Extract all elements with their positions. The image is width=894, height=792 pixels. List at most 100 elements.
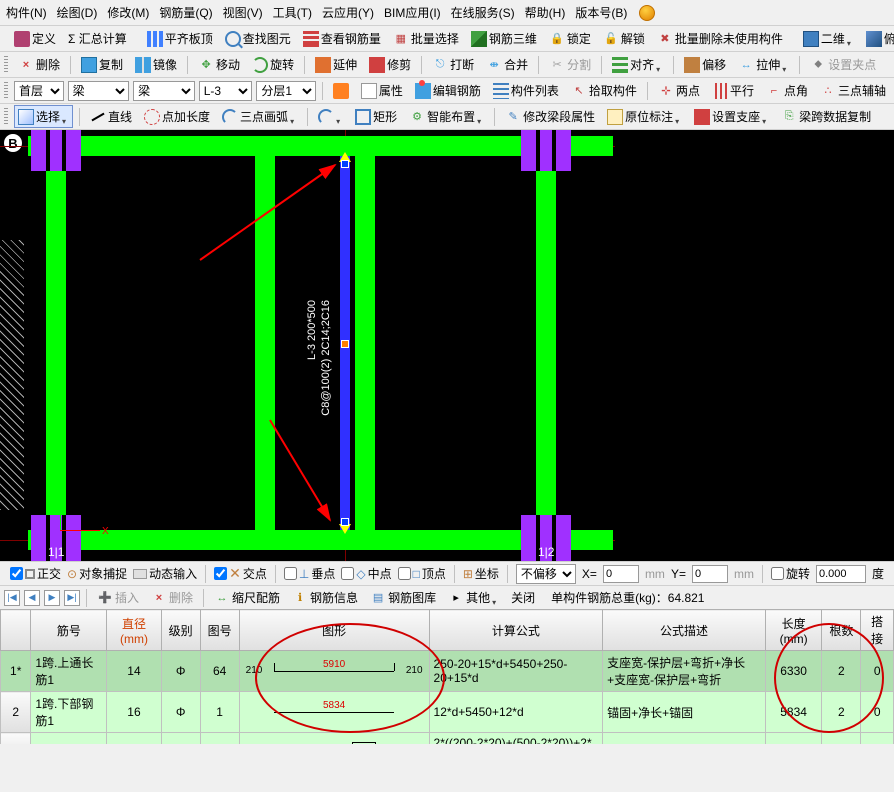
split-button[interactable]: ✂分割 <box>545 53 595 76</box>
col-grade[interactable]: 级别 <box>161 610 200 651</box>
coord-toggle[interactable]: ⊞坐标 <box>463 565 499 582</box>
twopoint-button[interactable]: ⊹两点 <box>654 79 704 102</box>
beam-right[interactable] <box>536 136 556 550</box>
rebar-table[interactable]: 筋号 直径(mm) 级别 图号 图形 计算公式 公式描述 长度(mm) 根数 搭… <box>0 609 894 744</box>
col-desc[interactable]: 公式描述 <box>603 610 766 651</box>
table-row[interactable]: 2 1跨.下部钢筋1 16 Φ 1 5834 12*d+5450+12*d 锚固… <box>1 692 894 733</box>
batchsel-button[interactable]: ▦批量选择 <box>389 27 463 50</box>
table-row[interactable]: 1* 1跨.上通长筋1 14 Φ 64 210 5910 210 250-20+… <box>1 651 894 692</box>
spancopy-button[interactable]: ⎘梁跨数据复制 <box>777 105 875 128</box>
unlock-button[interactable]: 🔓解锁 <box>599 27 649 50</box>
perp-toggle[interactable]: ⊥垂点 <box>284 565 335 582</box>
select-button[interactable]: 选择 <box>14 105 73 128</box>
menu-version[interactable]: 版本号(B) <box>573 2 629 23</box>
batchdel-button[interactable]: ✖批量删除未使用构件 <box>653 27 787 50</box>
nav-prev[interactable]: ◀ <box>24 590 40 606</box>
menu-tools[interactable]: 工具(T) <box>271 2 314 23</box>
menu-help[interactable]: 帮助(H) <box>523 2 568 23</box>
table-row[interactable]: 3 1跨.箍筋1 8 Φ 195 460 160 2*((200-2*20)+(… <box>1 733 894 745</box>
snap-toggle[interactable]: ⊙对象捕捉 <box>67 565 127 582</box>
menu-draw[interactable]: 绘图(D) <box>55 2 100 23</box>
line-button[interactable]: 直线 <box>86 105 136 128</box>
view3d-button[interactable]: 俯视 <box>862 27 894 50</box>
grip-bot[interactable] <box>341 518 349 526</box>
alignslab-button[interactable]: 平齐板顶 <box>143 27 217 50</box>
col-len[interactable]: 长度(mm) <box>765 610 821 651</box>
findel-button[interactable]: 查找图元 <box>221 27 295 50</box>
offset-select[interactable]: 不偏移 <box>516 564 576 584</box>
smart-button[interactable]: ⚙智能布置 <box>405 105 488 128</box>
beam-mid2green[interactable] <box>355 136 375 550</box>
origlabel-button[interactable]: 原位标注 <box>603 105 686 128</box>
rotate-button[interactable]: 旋转 <box>248 53 298 76</box>
vertex-toggle[interactable]: □顶点 <box>398 565 446 582</box>
other-button[interactable]: ▸其他 <box>444 586 503 609</box>
col-bond[interactable]: 搭接 <box>861 610 894 651</box>
x-input[interactable] <box>603 565 639 583</box>
arc-button[interactable]: 三点画弧 <box>218 105 301 128</box>
rotate-toggle[interactable]: 旋转 <box>771 565 810 582</box>
rebar3d-button[interactable]: 钢筋三维 <box>467 27 541 50</box>
copy-button[interactable]: 复制 <box>77 53 127 76</box>
category2-select[interactable]: 梁 <box>133 81 195 101</box>
floor-select[interactable]: 首层 <box>14 81 64 101</box>
rebarlib-button[interactable]: ▤钢筋图库 <box>366 586 440 609</box>
insert-button[interactable]: ➕插入 <box>93 586 143 609</box>
row-header[interactable]: 1* <box>1 651 31 692</box>
layer-btn[interactable] <box>329 80 353 102</box>
rect-button[interactable]: 矩形 <box>351 105 401 128</box>
arc2-button[interactable] <box>314 106 347 128</box>
sum-button[interactable]: Σ 汇总计算 <box>64 27 131 50</box>
break-button[interactable]: ⎋打断 <box>428 53 478 76</box>
properties-button[interactable]: 属性 <box>357 79 407 102</box>
delete-button[interactable]: ×删除 <box>14 53 64 76</box>
column-tl[interactable] <box>31 130 81 171</box>
col-dia[interactable]: 直径(mm) <box>107 610 161 651</box>
beam-mid1[interactable] <box>255 136 275 550</box>
rebarinfo-button[interactable]: ℹ钢筋信息 <box>288 586 362 609</box>
ptcorner-button[interactable]: ⌐点角 <box>762 79 812 102</box>
dyn-toggle[interactable]: 动态输入 <box>133 565 197 582</box>
nav-first[interactable]: |◀ <box>4 590 20 606</box>
col-num[interactable]: 筋号 <box>31 610 107 651</box>
delete-row-button[interactable]: ×删除 <box>147 586 197 609</box>
scale-button[interactable]: ↔缩尺配筋 <box>210 586 284 609</box>
setpoint-button[interactable]: ⬥设置夹点 <box>806 53 880 76</box>
viewrebar-button[interactable]: 查看钢筋量 <box>299 27 385 50</box>
modseg-button[interactable]: ✎修改梁段属性 <box>501 105 599 128</box>
stretch-button[interactable]: ↔拉伸 <box>734 53 793 76</box>
pickcomp-button[interactable]: ↖拾取构件 <box>567 79 641 102</box>
setsupport-button[interactable]: 设置支座 <box>690 105 773 128</box>
menu-online[interactable]: 在线服务(S) <box>449 2 517 23</box>
rotate-input[interactable] <box>816 565 866 583</box>
menu-bim[interactable]: BIM应用(I) <box>382 2 443 23</box>
menu-component[interactable]: 构件(N) <box>4 2 49 23</box>
y-input[interactable] <box>692 565 728 583</box>
extend-button[interactable]: 延伸 <box>311 53 361 76</box>
row-header[interactable]: 2 <box>1 692 31 733</box>
nav-last[interactable]: ▶| <box>64 590 80 606</box>
ortho-toggle[interactable]: 正交 <box>10 565 61 582</box>
trim-button[interactable]: 修剪 <box>365 53 415 76</box>
align-button[interactable]: 对齐 <box>608 53 667 76</box>
beam-id-select[interactable]: L-3 <box>199 81 253 101</box>
parallel-button[interactable]: 平行 <box>708 79 758 102</box>
col-shapeno[interactable]: 图号 <box>200 610 239 651</box>
close-button[interactable]: 关闭 <box>507 586 539 609</box>
col-formula[interactable]: 计算公式 <box>429 610 603 651</box>
menu-rebar[interactable]: 钢筋量(Q) <box>157 2 214 23</box>
menu-modify[interactable]: 修改(M) <box>105 2 151 23</box>
drawing-canvas[interactable]: B L-3 200*500 C8@100(2) 2C14;2C16 Y X 1|… <box>0 130 894 561</box>
mid-toggle[interactable]: ◇中点 <box>341 565 391 582</box>
sublayer-select[interactable]: 分层1 <box>256 81 316 101</box>
complist-button[interactable]: 构件列表 <box>489 79 563 102</box>
threeptaxis-button[interactable]: ∴三点辅轴 <box>816 79 890 102</box>
move-button[interactable]: ✥移动 <box>194 53 244 76</box>
col-count[interactable]: 根数 <box>822 610 861 651</box>
define-button[interactable]: 定义 <box>10 27 60 50</box>
ptlen-button[interactable]: 点加长度 <box>140 105 214 128</box>
grip-top[interactable] <box>341 160 349 168</box>
lock-button[interactable]: 🔒锁定 <box>545 27 595 50</box>
view2d-button[interactable]: 二维 <box>799 27 858 50</box>
col-shape[interactable]: 图形 <box>239 610 429 651</box>
